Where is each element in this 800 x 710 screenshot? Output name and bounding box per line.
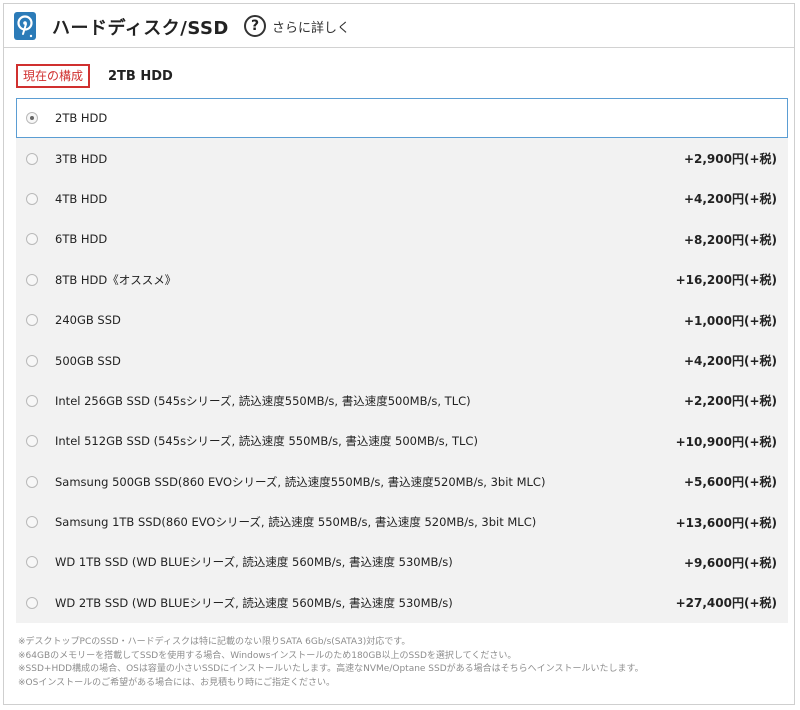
storage-option[interactable]: WD 2TB SSD (WD BLUEシリーズ, 読込速度 560MB/s, 書…	[16, 582, 788, 624]
storage-option[interactable]: 4TB HDD +4,200円(+税)	[16, 178, 788, 220]
option-label: 240GB SSD	[55, 313, 121, 328]
storage-option[interactable]: 500GB SSD +4,200円(+税)	[16, 340, 788, 381]
option-radio[interactable]	[26, 556, 38, 569]
more-info-link[interactable]: ? さらに詳しく	[244, 13, 350, 39]
current-config-badge: 現在の構成	[16, 64, 91, 88]
storage-option[interactable]: Samsung 500GB SSD(860 EVOシリーズ, 読込速度550MB…	[16, 461, 788, 502]
option-label: 500GB SSD	[55, 353, 121, 368]
storage-option[interactable]: Intel 512GB SSD (545sシリーズ, 読込速度 550MB/s,…	[16, 421, 788, 462]
option-label: 4TB HDD	[55, 191, 108, 206]
option-label: Intel 256GB SSD (545sシリーズ, 読込速度550MB/s, …	[55, 393, 471, 408]
option-price: +2,900円(+税)	[683, 152, 777, 167]
option-price: +5,600円(+税)	[683, 475, 777, 490]
storage-option[interactable]: 8TB HDD《オススメ》 +16,200円(+税)	[16, 259, 788, 300]
option-radio[interactable]	[26, 435, 38, 448]
option-label: Intel 512GB SSD (545sシリーズ, 読込速度 550MB/s,…	[55, 434, 478, 449]
option-radio[interactable]	[26, 273, 38, 286]
note-line: ※デスクトップPCのSSD・ハードディスクは特に記載のない限りSATA 6Gb/…	[18, 637, 411, 647]
option-radio[interactable]	[26, 233, 38, 246]
option-label: 6TB HDD	[55, 232, 108, 247]
option-price: +4,200円(+税)	[683, 354, 777, 369]
option-label: 3TB HDD	[55, 151, 108, 166]
option-label: WD 1TB SSD (WD BLUEシリーズ, 読込速度 560MB/s, 書…	[55, 555, 453, 570]
storage-options-list: 2TB HDD 3TB HDD +2,900円(+税) 4TB HDD +4,200円(…	[16, 98, 788, 624]
current-config-value: 2TB HDD	[108, 68, 173, 84]
question-icon: ?	[244, 15, 266, 37]
option-radio[interactable]	[26, 314, 38, 327]
option-price: +1,000円(+税)	[683, 313, 777, 328]
option-label: Samsung 500GB SSD(860 EVOシリーズ, 読込速度550MB…	[55, 474, 546, 489]
note-line: ※OSインストールのご希望がある場合には、お見積もり時にご指定ください。	[18, 677, 335, 688]
option-label: WD 2TB SSD (WD BLUEシリーズ, 読込速度 560MB/s, 書…	[55, 595, 453, 610]
storage-option[interactable]: 240GB SSD +1,000円(+税)	[16, 299, 788, 341]
option-price: +16,200円(+税)	[675, 273, 777, 288]
more-info-label: さらに詳しく	[272, 20, 351, 36]
storage-option[interactable]: WD 1TB SSD (WD BLUEシリーズ, 読込速度 560MB/s, 書…	[16, 542, 788, 583]
option-radio[interactable]	[26, 152, 38, 165]
option-label: Samsung 1TB SSD(860 EVOシリーズ, 読込速度 550MB/…	[55, 515, 537, 530]
option-radio[interactable]	[26, 475, 38, 488]
option-price: +4,200円(+税)	[683, 192, 777, 207]
option-radio[interactable]	[26, 596, 38, 609]
panel-header: ハードディスク/SSD ? さらに詳しく	[4, 4, 794, 48]
option-radio[interactable]	[26, 516, 38, 529]
option-radio[interactable]	[26, 192, 38, 205]
option-price: +2,200円(+税)	[683, 394, 777, 409]
storage-option[interactable]: 6TB HDD +8,200円(+税)	[16, 219, 788, 260]
option-price: +9,600円(+税)	[683, 555, 777, 570]
note-line: ※SSD+HDD構成の場合、OSは容量の小さいSSDにインストールいたします。高…	[18, 664, 644, 674]
option-radio[interactable]	[26, 354, 38, 367]
option-price: +27,400円(+税)	[675, 596, 777, 611]
storage-panel: ハードディスク/SSD ? さらに詳しく 現在の構成 2TB HDD 2TB H…	[3, 3, 795, 705]
hard-disk-icon	[14, 12, 36, 40]
notes: ※デスクトップPCのSSD・ハードディスクは特に記載のない限りSATA 6Gb/…	[18, 636, 644, 690]
storage-option[interactable]: 2TB HDD	[16, 98, 788, 139]
option-label: 8TB HDD《オススメ》	[55, 272, 177, 287]
option-price: +8,200円(+税)	[683, 232, 777, 247]
option-label: 2TB HDD	[55, 111, 108, 126]
option-price: +13,600円(+税)	[675, 515, 777, 530]
storage-option[interactable]: Intel 256GB SSD (545sシリーズ, 読込速度550MB/s, …	[16, 380, 788, 422]
storage-option[interactable]: 3TB HDD +2,900円(+税)	[16, 138, 788, 179]
note-line: ※64GBのメモリーを搭載してSSDを使用する場合、Windowsインストールの…	[18, 650, 517, 661]
option-radio[interactable]	[26, 394, 38, 407]
storage-option[interactable]: Samsung 1TB SSD(860 EVOシリーズ, 読込速度 550MB/…	[16, 501, 788, 543]
current-configuration: 現在の構成 2TB HDD	[16, 64, 173, 88]
option-price: +10,900円(+税)	[675, 434, 777, 449]
page-title: ハードディスク/SSD	[52, 18, 229, 39]
option-radio[interactable]	[26, 112, 38, 125]
